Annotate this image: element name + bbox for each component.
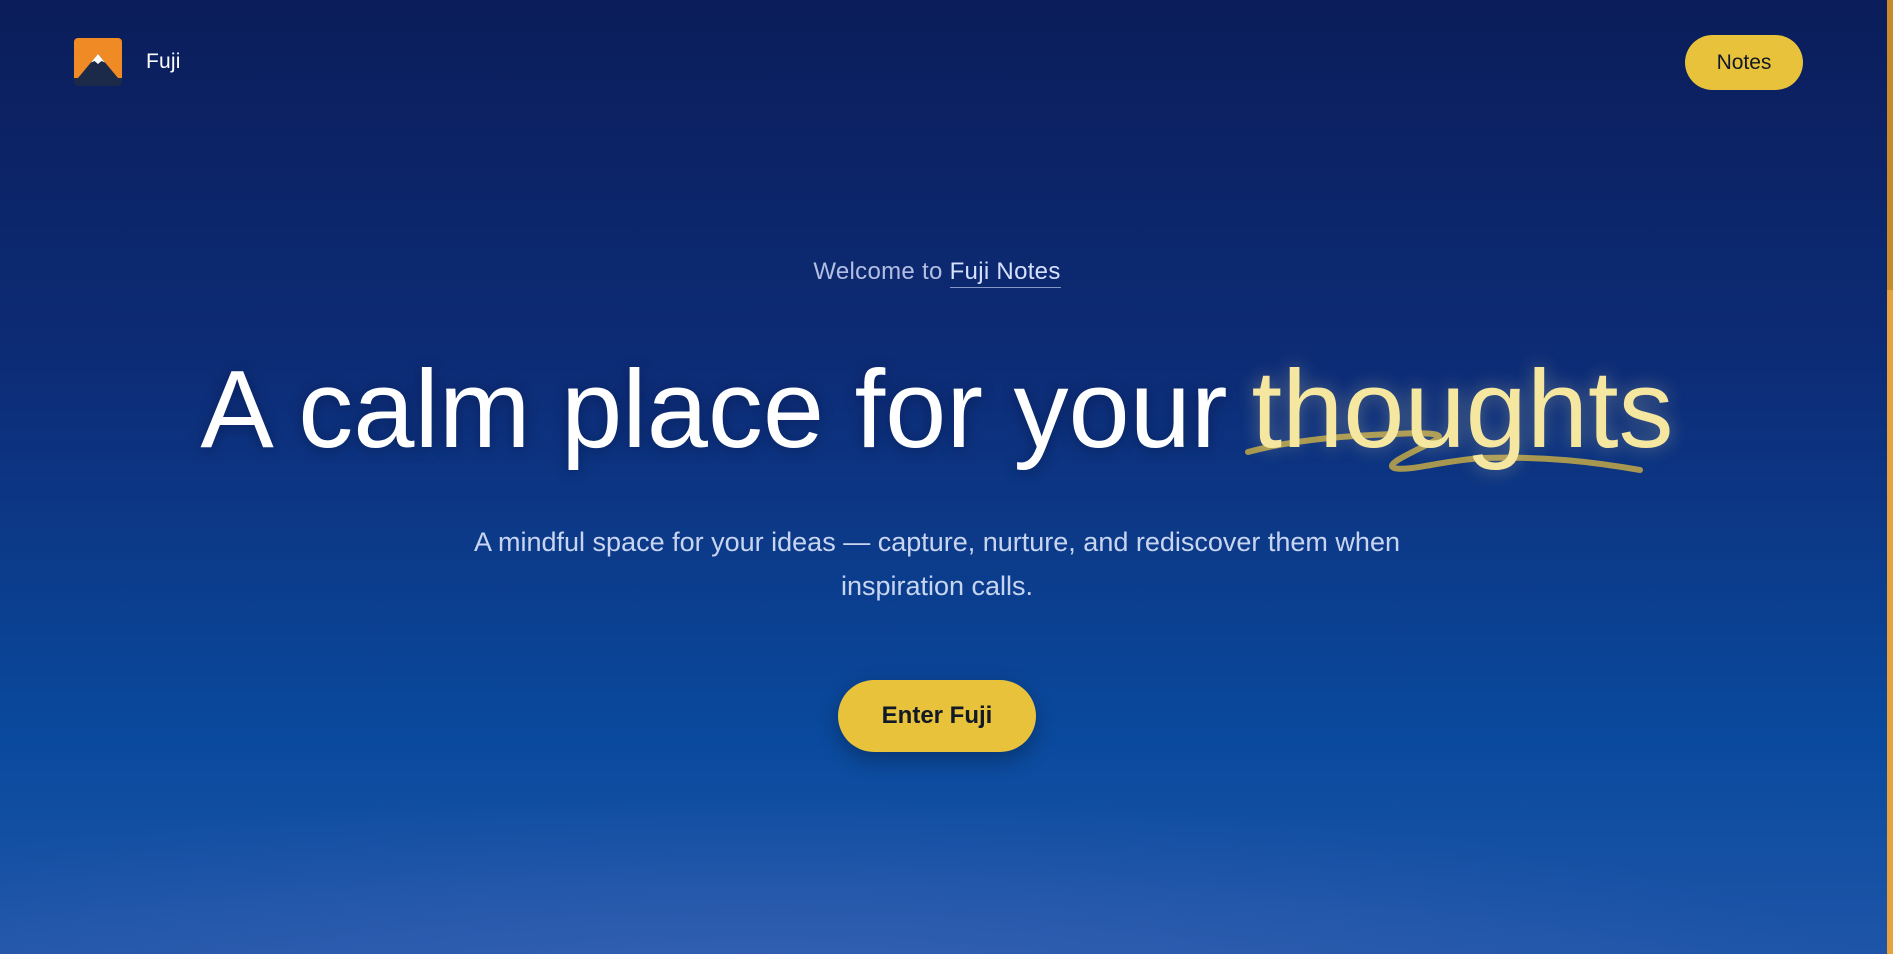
subtitle-line-1: A mindful space for your ideas — capture… (474, 527, 1400, 557)
hero-section: Welcome to Fuji Notes A calm place for y… (0, 0, 1887, 954)
hero-headline: A calm place for your thoughts (0, 340, 1874, 480)
headline-main-text: A calm place for your (200, 348, 1228, 471)
subtitle-line-2: inspiration calls. (840, 571, 1034, 601)
eyebrow-prefix: Welcome to (813, 258, 950, 285)
fuji-notes-link[interactable]: Fuji Notes (949, 258, 1061, 288)
headline-accent-word: thoughts (1251, 348, 1674, 471)
welcome-eyebrow: Welcome to Fuji Notes (0, 258, 1874, 288)
enter-fuji-button[interactable]: Enter Fuji (838, 680, 1036, 752)
headline-accent-wrap: thoughts (1244, 340, 1674, 480)
page-scrollbar[interactable] (1887, 0, 1893, 954)
page-scrollbar-thumb[interactable] (1887, 0, 1893, 290)
hero-subtitle: A mindful space for your ideas — capture… (0, 520, 1874, 608)
